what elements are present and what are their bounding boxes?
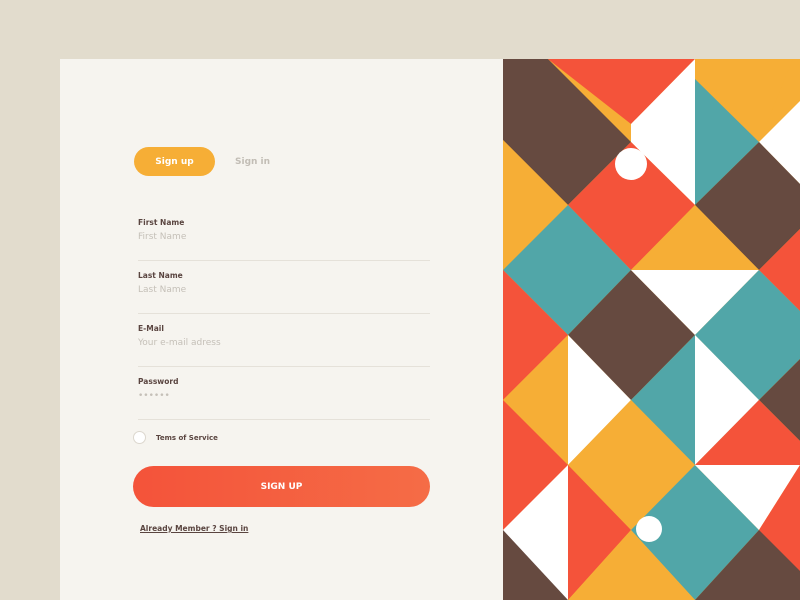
first-name-field: First Name	[138, 218, 430, 261]
terms-label[interactable]: Tems of Service	[156, 434, 218, 442]
password-label: Password	[138, 377, 179, 386]
email-input[interactable]	[138, 335, 428, 351]
password-input[interactable]	[138, 388, 428, 404]
already-member-sign-in-link[interactable]: Already Member ? Sign in	[140, 524, 248, 533]
terms-checkbox[interactable]	[133, 431, 146, 444]
first-name-label: First Name	[138, 218, 185, 227]
last-name-field: Last Name	[138, 271, 430, 314]
geometric-pattern-illustration	[503, 59, 800, 600]
tab-sign-up[interactable]: Sign up	[134, 147, 215, 176]
first-name-input[interactable]	[138, 229, 428, 245]
geometric-pattern-panel	[503, 59, 800, 600]
email-field: E-Mail	[138, 324, 430, 367]
signup-card: Sign up Sign in First Name Last Name E-M…	[60, 59, 800, 600]
email-label: E-Mail	[138, 324, 164, 333]
signup-form-panel: Sign up Sign in First Name Last Name E-M…	[60, 59, 503, 600]
terms-row: Tems of Service	[133, 431, 218, 444]
password-field: Password	[138, 377, 430, 420]
last-name-label: Last Name	[138, 271, 183, 280]
tab-sign-in[interactable]: Sign in	[235, 147, 270, 176]
sign-up-submit-button[interactable]: SIGN UP	[133, 466, 430, 507]
last-name-input[interactable]	[138, 282, 428, 298]
